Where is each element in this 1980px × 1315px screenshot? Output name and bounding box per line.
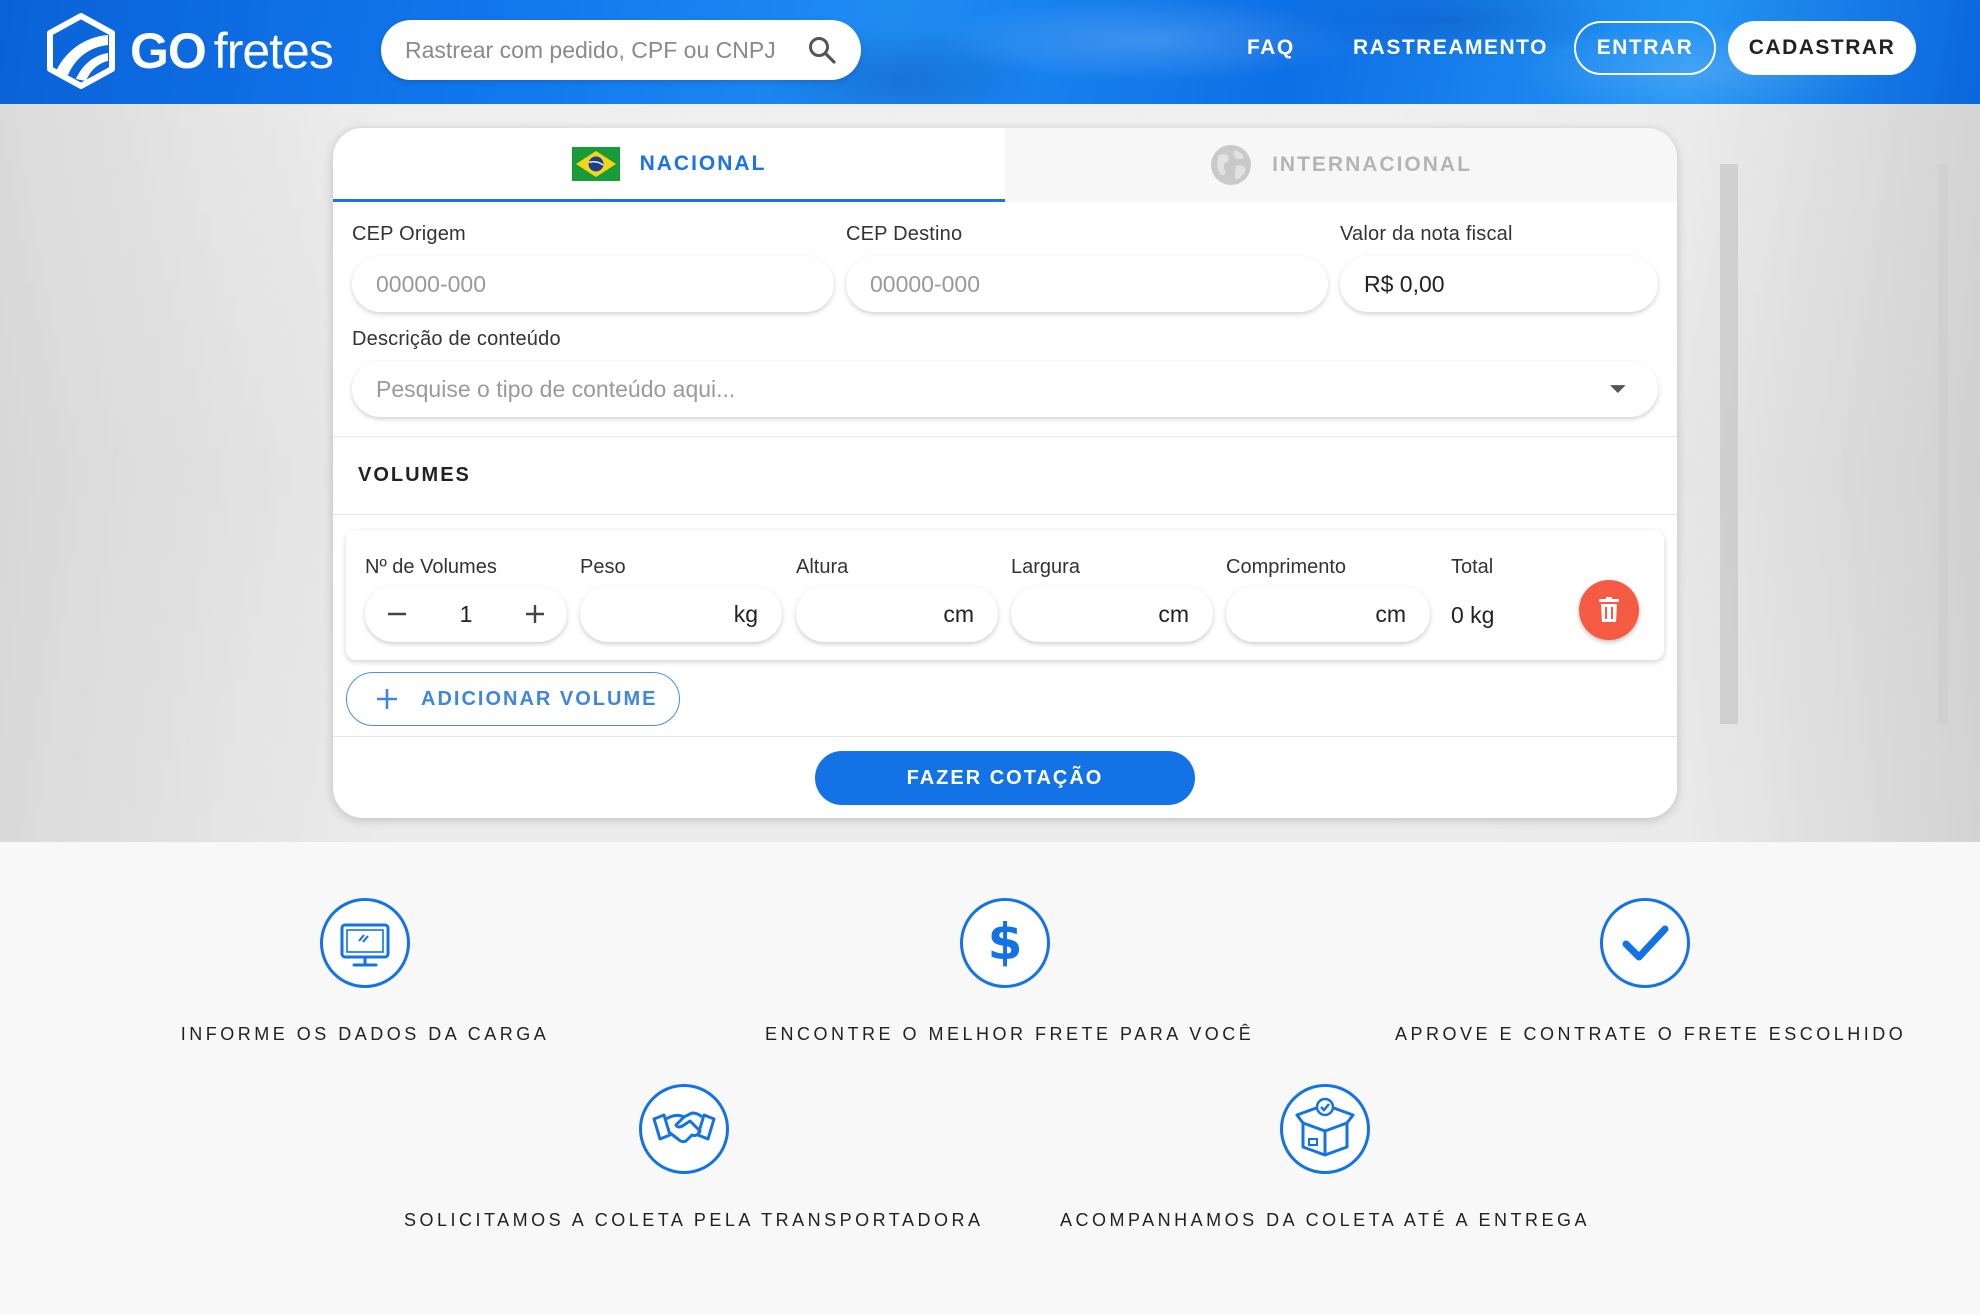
trash-icon: [1599, 597, 1619, 622]
dollar-icon: $: [960, 898, 1050, 988]
largura-field[interactable]: cm: [1011, 586, 1213, 642]
quote-button[interactable]: FAZER COTAÇÃO: [815, 751, 1195, 805]
total-label: Total: [1451, 556, 1494, 578]
volumes-title: VOLUMES: [358, 464, 471, 486]
add-volume-button[interactable]: ADICIONAR VOLUME: [346, 672, 680, 726]
valor-nota-input[interactable]: [1364, 270, 1634, 298]
descricao-select[interactable]: [352, 361, 1658, 417]
divider: [333, 514, 1677, 515]
feature-step-5: ACOMPANHAMOS DA COLETA ATÉ A ENTREGA: [1057, 1083, 1593, 1231]
feature-step-2: $ ENCONTRE O MELHOR FRETE PARA VOCÊ: [765, 897, 1255, 1045]
feature-step-4: SOLICITAMOS A COLETA PELA TRANSPORTADORA: [404, 1083, 984, 1231]
feature-step-1: INFORME OS DADOS DA CARGA: [165, 897, 565, 1045]
nav-rastreamento-link[interactable]: RASTREAMENTO: [1353, 36, 1548, 60]
quantity-stepper: 1: [365, 586, 567, 642]
tab-nacional[interactable]: NACIONAL: [333, 128, 1005, 202]
cep-origem-label: CEP Origem: [352, 223, 466, 245]
brazil-flag-icon: [571, 146, 620, 181]
altura-field[interactable]: cm: [796, 586, 998, 642]
total-weight-value: 0 kg: [1451, 602, 1495, 628]
brand-logo[interactable]: GO fretes: [46, 12, 334, 90]
search-icon[interactable]: [807, 35, 837, 65]
logo-go: GO: [130, 23, 207, 79]
login-button[interactable]: ENTRAR: [1574, 21, 1716, 75]
tab-internacional-label: INTERNACIONAL: [1272, 153, 1472, 176]
add-volume-label: ADICIONAR VOLUME: [421, 687, 658, 710]
increment-button[interactable]: [519, 598, 551, 630]
feature-text: APROVE E CONTRATE O FRETE ESCOLHIDO: [1395, 1024, 1907, 1044]
volume-row: Nº de Volumes Peso Altura Largura Compri…: [346, 530, 1664, 660]
top-header: GOfretes FAQ RASTREAMENTO ENTRAR CADASTR…: [0, 0, 1980, 104]
logo-hexagon-icon: [47, 13, 115, 89]
tab-internacional[interactable]: INTERNACIONAL: [1005, 128, 1677, 202]
altura-unit: cm: [943, 600, 974, 627]
monitor-icon: [320, 898, 410, 988]
divider: [333, 736, 1677, 737]
minus-icon: [388, 612, 406, 616]
cep-destino-field: [846, 256, 1328, 312]
comprimento-field[interactable]: cm: [1226, 586, 1430, 642]
logo-wordmark: GO fretes: [130, 22, 334, 80]
feature-text: INFORME OS DADOS DA CARGA: [180, 1024, 550, 1044]
tracking-search-input[interactable]: [405, 36, 807, 64]
descricao-label: Descrição de conteúdo: [352, 328, 561, 350]
largura-label: Largura: [1011, 556, 1080, 578]
feature-text: SOLICITAMOS A COLETA PELA TRANSPORTADORA: [404, 1210, 984, 1230]
shipping-type-tabs: NACIONAL INTERNACIONAL: [333, 128, 1677, 202]
cep-origem-input[interactable]: [376, 270, 810, 298]
chevron-down-icon[interactable]: [1608, 383, 1628, 395]
peso-label: Peso: [580, 556, 626, 578]
quote-form-card: NACIONAL INTERNACIONAL CEP Origem CEP De…: [333, 128, 1677, 818]
logo-fretes: fretes: [213, 23, 334, 79]
divider: [333, 436, 1677, 437]
cep-destino-input[interactable]: [870, 270, 1304, 298]
feature-step-3: APROVE E CONTRATE O FRETE ESCOLHIDO: [1395, 897, 1907, 1045]
peso-field[interactable]: kg: [580, 586, 782, 642]
svg-text:$: $: [988, 913, 1023, 971]
decrement-button[interactable]: [381, 598, 413, 630]
comprimento-unit: cm: [1375, 600, 1406, 627]
delete-volume-button[interactable]: [1579, 580, 1639, 640]
valor-nota-field: [1340, 256, 1658, 312]
descricao-input[interactable]: [376, 375, 1609, 403]
valor-nota-label: Valor da nota fiscal: [1340, 223, 1513, 245]
signup-button[interactable]: CADASTRAR: [1728, 21, 1916, 75]
quantity-value[interactable]: 1: [460, 601, 473, 628]
cep-destino-label: CEP Destino: [846, 223, 963, 245]
peso-unit: kg: [733, 600, 758, 627]
cep-origem-field: [352, 256, 834, 312]
largura-unit: cm: [1158, 600, 1189, 627]
box-icon: [1280, 1084, 1370, 1174]
globe-icon: [1211, 145, 1252, 185]
check-icon: [1600, 898, 1690, 988]
altura-label: Altura: [796, 556, 849, 578]
feature-text: ENCONTRE O MELHOR FRETE PARA VOCÊ: [765, 1024, 1255, 1044]
plus-icon: [377, 689, 397, 709]
comprimento-label: Comprimento: [1226, 556, 1347, 578]
num-volumes-label: Nº de Volumes: [365, 556, 497, 578]
feature-text: ACOMPANHAMOS DA COLETA ATÉ A ENTREGA: [1059, 1210, 1591, 1230]
tab-nacional-label: NACIONAL: [639, 151, 767, 175]
plus-icon: [525, 605, 544, 623]
tracking-search-box: [381, 20, 861, 80]
nav-faq-link[interactable]: FAQ: [1247, 36, 1295, 60]
handshake-icon: [639, 1084, 729, 1174]
